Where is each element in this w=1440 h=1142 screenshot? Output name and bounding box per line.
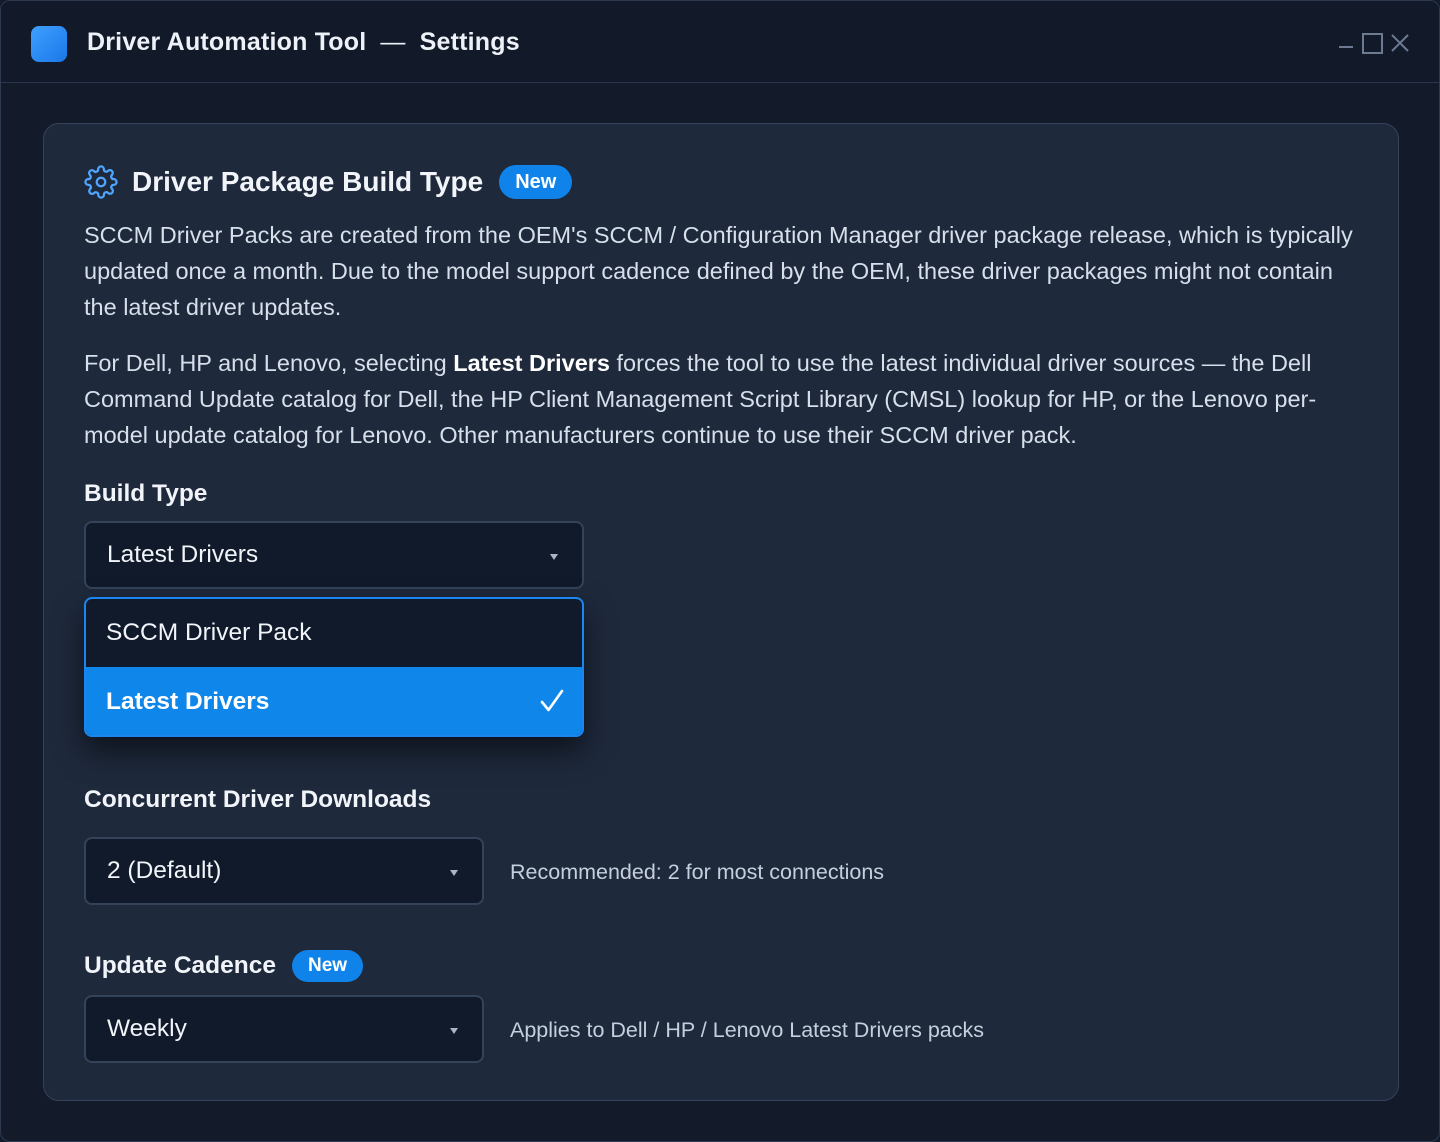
section-title: Driver Package Build Type — [132, 166, 484, 197]
update-cadence-label: Update Cadence New — [84, 950, 364, 982]
maximize-button[interactable] — [1360, 31, 1384, 55]
app-name: Driver Automation Tool — [87, 28, 367, 56]
update-cadence-value: Weekly — [107, 1015, 187, 1042]
close-icon — [1391, 34, 1409, 52]
option-label: Latest Drivers — [106, 688, 270, 715]
build-type-label: Build Type — [84, 480, 208, 507]
check-icon — [540, 689, 564, 712]
concurrent-downloads-hint: Recommended: 2 for most connections — [510, 860, 885, 884]
chevron-down-icon — [550, 554, 558, 560]
update-cadence-label-text: Update Cadence — [84, 952, 276, 979]
option-sccm-driver-pack[interactable]: SCCM Driver Pack — [86, 599, 582, 667]
title-bar: Driver Automation Tool — Settings — [1, 1, 1439, 83]
chevron-down-icon — [450, 870, 458, 876]
concurrent-downloads-value: 2 (Default) — [107, 857, 222, 884]
build-type-value: Latest Drivers — [107, 541, 259, 568]
build-type-panel: Driver Package Build Type New SCCM Drive… — [43, 123, 1399, 1101]
title-separator: — — [380, 28, 406, 56]
new-badge: New — [499, 165, 573, 199]
description-paragraph-1: SCCM Driver Packs are created from the O… — [84, 222, 1353, 320]
option-latest-drivers[interactable]: Latest Drivers — [86, 667, 582, 735]
paragraph2-text-start: For Dell, HP and Lenovo, selecting — [84, 350, 454, 376]
app-logo-icon — [31, 26, 67, 62]
close-button[interactable] — [1388, 31, 1412, 55]
paragraph2-emphasis: Latest Drivers — [453, 350, 610, 376]
minimize-button[interactable] — [1334, 31, 1358, 55]
update-cadence-hint: Applies to Dell / HP / Lenovo Latest Dri… — [510, 1018, 985, 1042]
section-header: Driver Package Build Type New — [84, 162, 573, 202]
gear-icon — [84, 165, 118, 199]
window-title: Driver Automation Tool — Settings — [87, 28, 520, 57]
option-label: SCCM Driver Pack — [106, 619, 312, 646]
build-type-dropdown-menu: SCCM Driver Pack Latest Drivers — [84, 597, 584, 737]
new-badge: New — [291, 950, 364, 982]
description-paragraph-2: For Dell, HP and Lenovo, selecting Lates… — [84, 345, 1364, 453]
concurrent-downloads-select[interactable]: 2 (Default) — [84, 837, 484, 905]
settings-window: Driver Automation Tool — Settings Driver P… — [0, 0, 1440, 1142]
page-name: Settings — [419, 28, 520, 56]
chevron-down-icon — [450, 1028, 458, 1034]
update-cadence-select[interactable]: Weekly — [84, 995, 484, 1063]
concurrent-downloads-label: Concurrent Driver Downloads — [84, 786, 432, 813]
build-type-select[interactable]: Latest Drivers — [84, 521, 584, 589]
